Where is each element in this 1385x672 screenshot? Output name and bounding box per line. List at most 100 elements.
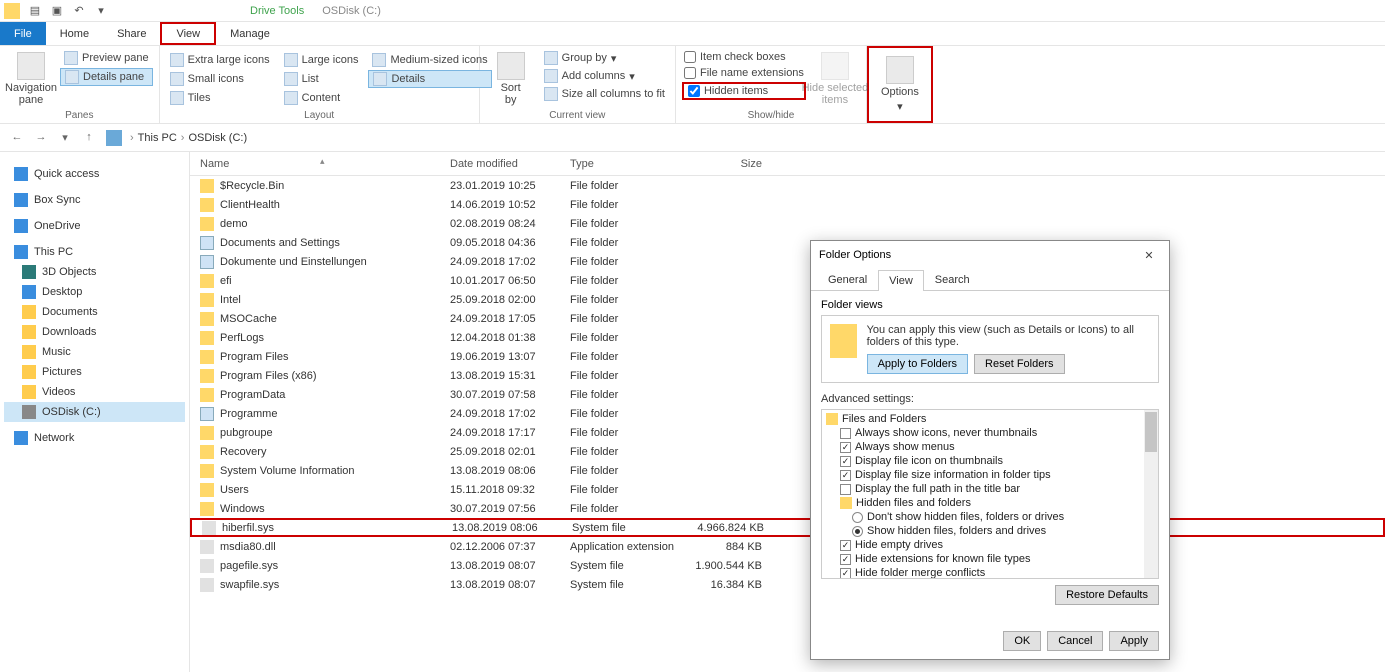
qat-undo-icon[interactable]: ↶ [70, 3, 88, 19]
details-pane-button[interactable]: Details pane [60, 68, 153, 86]
opt-hide-empty-drives[interactable]: ✓Hide empty drives [824, 538, 1156, 552]
table-row[interactable]: hiberfil.sys13.08.2019 08:06System file4… [190, 518, 1385, 537]
nav-network[interactable]: Network [4, 428, 185, 448]
tab-home[interactable]: Home [46, 22, 103, 45]
qat-new-folder-icon[interactable]: ▣ [48, 3, 66, 19]
breadcrumb-thispc[interactable]: This PC [138, 132, 177, 144]
nav-downloads[interactable]: Downloads [4, 322, 185, 342]
up-button[interactable]: ↑ [80, 131, 98, 144]
layout-tiles[interactable]: Tiles [166, 90, 274, 106]
opt-file-size-tips[interactable]: ✓Display file size information in folder… [824, 468, 1156, 482]
layout-details[interactable]: Details [368, 70, 491, 88]
layout-small[interactable]: Small icons [166, 70, 274, 88]
layout-extra-large[interactable]: Extra large icons [166, 52, 274, 68]
tab-manage[interactable]: Manage [216, 22, 284, 45]
table-row[interactable]: System Volume Information13.08.2019 08:0… [190, 461, 1385, 480]
nav-this-pc[interactable]: This PC [4, 242, 185, 262]
table-row[interactable]: Programme24.09.2018 17:02File folder [190, 404, 1385, 423]
table-row[interactable]: efi10.01.2017 06:50File folder [190, 271, 1385, 290]
col-date[interactable]: Date modified [450, 158, 570, 170]
apply-button[interactable]: Apply [1109, 631, 1159, 651]
restore-defaults-button[interactable]: Restore Defaults [1055, 585, 1159, 605]
tree-root[interactable]: Files and Folders [824, 412, 1156, 426]
layout-medium[interactable]: Medium-sized icons [368, 52, 491, 68]
nav-osdisk[interactable]: OSDisk (C:) [4, 402, 185, 422]
table-row[interactable]: Intel25.09.2018 02:00File folder [190, 290, 1385, 309]
opt-hide-merge-conflicts[interactable]: ✓Hide folder merge conflicts [824, 566, 1156, 579]
table-row[interactable]: PerfLogs12.04.2018 01:38File folder [190, 328, 1385, 347]
scrollbar[interactable] [1144, 410, 1158, 578]
recent-dropdown[interactable]: ▾ [56, 131, 74, 144]
layout-list[interactable]: List [280, 70, 363, 88]
opt-full-path-title[interactable]: Display the full path in the title bar [824, 482, 1156, 496]
add-columns-button[interactable]: Add columns▾ [540, 68, 669, 84]
preview-pane-button[interactable]: Preview pane [60, 50, 153, 66]
sort-by-button[interactable]: Sort by [486, 50, 536, 108]
file-date: 02.08.2019 08:24 [450, 218, 570, 230]
table-row[interactable]: Program Files19.06.2019 13:07File folder [190, 347, 1385, 366]
col-size[interactable]: Size [690, 158, 770, 170]
table-row[interactable]: pagefile.sys13.08.2019 08:07System file1… [190, 556, 1385, 575]
table-row[interactable]: ClientHealth14.06.2019 10:52File folder [190, 195, 1385, 214]
opt-hide-extensions[interactable]: ✓Hide extensions for known file types [824, 552, 1156, 566]
nav-music[interactable]: Music [4, 342, 185, 362]
ok-button[interactable]: OK [1003, 631, 1041, 651]
nav-desktop[interactable]: Desktop [4, 282, 185, 302]
table-row[interactable]: swapfile.sys13.08.2019 08:07System file1… [190, 575, 1385, 594]
apply-to-folders-button[interactable]: Apply to Folders [867, 354, 968, 374]
tab-share[interactable]: Share [103, 22, 160, 45]
table-row[interactable]: Users15.11.2018 09:32File folder [190, 480, 1385, 499]
table-row[interactable]: Documents and Settings09.05.2018 04:36Fi… [190, 233, 1385, 252]
table-row[interactable]: msdia80.dll02.12.2006 07:37Application e… [190, 537, 1385, 556]
nav-onedrive[interactable]: OneDrive [4, 216, 185, 236]
reset-folders-button[interactable]: Reset Folders [974, 354, 1064, 374]
table-row[interactable]: Windows30.07.2019 07:56File folder [190, 499, 1385, 518]
size-all-columns-button[interactable]: Size all columns to fit [540, 86, 669, 102]
table-row[interactable]: pubgroupe24.09.2018 17:17File folder [190, 423, 1385, 442]
layout-large[interactable]: Large icons [280, 52, 363, 68]
nav-box-sync[interactable]: Box Sync [4, 190, 185, 210]
col-name[interactable]: ▴Name [190, 158, 450, 170]
dlg-tab-view[interactable]: View [878, 270, 924, 291]
table-row[interactable]: MSOCache24.09.2018 17:05File folder [190, 309, 1385, 328]
nav-videos[interactable]: Videos [4, 382, 185, 402]
opt-dont-show-hidden[interactable]: Don't show hidden files, folders or driv… [824, 510, 1156, 524]
layout-content[interactable]: Content [280, 90, 363, 106]
cancel-button[interactable]: Cancel [1047, 631, 1103, 651]
advanced-settings-tree[interactable]: Files and Folders Always show icons, nev… [821, 409, 1159, 579]
dlg-tab-general[interactable]: General [817, 269, 878, 290]
back-button[interactable]: ← [8, 131, 26, 144]
forward-button[interactable]: → [32, 131, 50, 144]
tree-hidden-files[interactable]: Hidden files and folders [824, 496, 1156, 510]
nav-quick-access[interactable]: Quick access [4, 164, 185, 184]
navigation-pane-button[interactable]: Navigation pane [6, 50, 56, 108]
col-type[interactable]: Type [570, 158, 690, 170]
tab-view[interactable]: View [160, 22, 216, 45]
scrollbar-thumb[interactable] [1145, 412, 1157, 452]
table-row[interactable]: Program Files (x86)13.08.2019 15:31File … [190, 366, 1385, 385]
table-row[interactable]: Recovery25.09.2018 02:01File folder [190, 442, 1385, 461]
item-check-boxes-checkbox[interactable]: Item check boxes [682, 50, 806, 64]
qat-properties-icon[interactable]: ▤ [26, 3, 44, 19]
table-row[interactable]: demo02.08.2019 08:24File folder [190, 214, 1385, 233]
options-button[interactable]: Options▾ [875, 52, 925, 117]
table-row[interactable]: ProgramData30.07.2019 07:58File folder [190, 385, 1385, 404]
tab-file[interactable]: File [0, 22, 46, 45]
nav-3d-objects[interactable]: 3D Objects [4, 262, 185, 282]
nav-documents[interactable]: Documents [4, 302, 185, 322]
file-name-extensions-checkbox[interactable]: File name extensions [682, 66, 806, 80]
opt-always-icons[interactable]: Always show icons, never thumbnails [824, 426, 1156, 440]
qat-dropdown-icon[interactable]: ▾ [92, 3, 110, 19]
opt-file-icon-thumb[interactable]: ✓Display file icon on thumbnails [824, 454, 1156, 468]
opt-show-hidden[interactable]: Show hidden files, folders and drives [824, 524, 1156, 538]
close-button[interactable]: ✕ [1137, 249, 1161, 262]
opt-always-menus[interactable]: ✓Always show menus [824, 440, 1156, 454]
nav-pictures[interactable]: Pictures [4, 362, 185, 382]
group-by-button[interactable]: Group by▾ [540, 50, 669, 66]
table-row[interactable]: Dokumente und Einstellungen24.09.2018 17… [190, 252, 1385, 271]
hidden-items-checkbox[interactable]: Hidden items [682, 82, 806, 100]
table-row[interactable]: $Recycle.Bin23.01.2019 10:25File folder [190, 176, 1385, 195]
dlg-tab-search[interactable]: Search [924, 269, 981, 290]
breadcrumb[interactable]: › This PC › OSDisk (C:) [130, 132, 247, 144]
breadcrumb-drive[interactable]: OSDisk (C:) [188, 132, 247, 144]
